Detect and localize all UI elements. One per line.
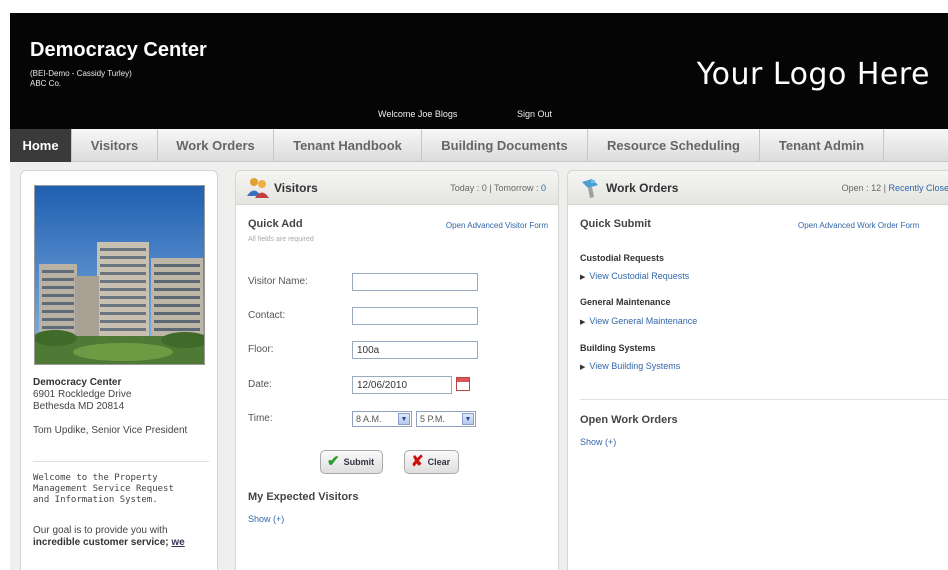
work-orders-panel: Work Orders Open : 12 | Recently Closed … [567, 170, 948, 570]
time-to-value: 5 P.M. [420, 414, 445, 424]
x-icon: ✘ [411, 453, 424, 470]
advanced-visitor-form-link[interactable]: Open Advanced Visitor Form [446, 221, 548, 230]
divider [33, 461, 209, 462]
chevron-down-icon: ▼ [462, 413, 474, 425]
view-building-systems-link[interactable]: ▶ View Building Systems [580, 361, 680, 371]
building-photo [34, 185, 205, 365]
tab-work-orders[interactable]: Work Orders [158, 129, 274, 162]
chevron-down-icon: ▼ [398, 413, 410, 425]
building-info-panel: Democracy Center 6901 Rockledge Drive Be… [20, 170, 218, 570]
building-address-line2: Bethesda MD 20814 [33, 401, 125, 412]
submit-label: Submit [343, 457, 375, 467]
required-hint: All fields are required [248, 236, 314, 243]
time-to-select[interactable]: 5 P.M. ▼ [416, 411, 476, 427]
general-maintenance-title: General Maintenance [580, 297, 671, 307]
tab-tenant-admin[interactable]: Tenant Admin [760, 129, 884, 162]
site-title: Democracy Center [30, 39, 207, 61]
link-label: View General Maintenance [589, 316, 698, 326]
time-label: Time: [248, 413, 273, 424]
calendar-icon[interactable] [456, 377, 470, 391]
tab-building-documents[interactable]: Building Documents [422, 129, 588, 162]
recently-closed-link[interactable]: Recently Closed [888, 183, 948, 193]
time-from-select[interactable]: 8 A.M. ▼ [352, 411, 412, 427]
contact-label: Contact: [248, 310, 286, 321]
building-systems-title: Building Systems [580, 343, 656, 353]
floor-label: Floor: [248, 344, 274, 355]
visitor-name-input[interactable] [352, 273, 478, 291]
advanced-work-order-form-link[interactable]: Open Advanced Work Order Form [798, 221, 919, 230]
checkmark-icon: ✔ [327, 453, 340, 470]
visitors-panel-header: Visitors Today : 0 | Tomorrow : 0 [236, 171, 558, 205]
divider [580, 399, 948, 400]
logo-placeholder: Your Logo Here [696, 57, 930, 92]
work-orders-panel-header: Work Orders Open : 12 | Recently Closed [568, 171, 948, 205]
date-label: Date: [248, 379, 272, 390]
site-header: Democracy Center (BEI-Demo - Cassidy Tur… [10, 13, 948, 129]
link-label: View Custodial Requests [589, 271, 690, 281]
tab-tenant-handbook[interactable]: Tenant Handbook [274, 129, 422, 162]
tab-visitors[interactable]: Visitors [72, 129, 158, 162]
work-order-icon [582, 179, 598, 198]
visitors-counts: Today : 0 | Tomorrow : 0 [450, 183, 546, 193]
goal-link[interactable]: we [171, 537, 184, 548]
view-custodial-requests-link[interactable]: ▶ View Custodial Requests [580, 271, 689, 281]
building-address-line1: 6901 Rockledge Drive [33, 389, 132, 400]
visitors-title: Visitors [274, 181, 318, 195]
goal-line2: incredible customer service; we [33, 537, 185, 549]
building-contact: Tom Updike, Senior Vice President [33, 425, 188, 436]
page-body: Democracy Center 6901 Rockledge Drive Be… [10, 162, 948, 570]
clear-label: Clear [427, 457, 451, 467]
custodial-requests-title: Custodial Requests [580, 253, 665, 263]
welcome-message: Welcome Joe Blogs [378, 109, 458, 119]
expected-visitors-title: My Expected Visitors [248, 491, 359, 503]
company-name: ABC Co. [30, 79, 62, 88]
quick-submit-title: Quick Submit [580, 218, 651, 230]
goal-text: Our goal is to provide you with [33, 525, 168, 536]
people-icon [247, 178, 269, 198]
separator: | [486, 183, 494, 193]
welcome-text: Welcome to the Property Management Servi… [33, 473, 174, 505]
main-nav: Home Visitors Work Orders Tenant Handboo… [10, 129, 948, 162]
work-orders-title: Work Orders [606, 181, 679, 195]
work-orders-open[interactable]: Open : 12 [842, 183, 882, 193]
triangle-right-icon: ▶ [580, 364, 586, 371]
visitor-name-label: Visitor Name: [248, 276, 308, 287]
tab-home[interactable]: Home [10, 129, 72, 162]
visitors-today[interactable]: Today : 0 [450, 183, 487, 193]
open-work-orders-title: Open Work Orders [580, 414, 678, 426]
clear-button[interactable]: ✘ Clear [404, 450, 460, 474]
contact-input[interactable] [352, 307, 478, 325]
sign-out-link[interactable]: Sign Out [517, 109, 552, 119]
triangle-right-icon: ▶ [580, 274, 586, 281]
visitors-panel: Visitors Today : 0 | Tomorrow : 0 Quick … [235, 170, 559, 570]
goal-bold: incredible customer service; [33, 537, 169, 548]
time-from-value: 8 A.M. [356, 414, 382, 424]
work-orders-counts: Open : 12 | Recently Closed [842, 183, 948, 193]
building-name: Democracy Center [33, 377, 122, 388]
quick-add-title: Quick Add [248, 218, 303, 230]
visitors-tomorrow[interactable]: 0 [541, 183, 546, 193]
tab-resource-scheduling[interactable]: Resource Scheduling [588, 129, 760, 162]
submit-button[interactable]: ✔ Submit [320, 450, 384, 474]
site-subtitle: (BEI-Demo - Cassidy Turley) [30, 69, 132, 78]
view-general-maintenance-link[interactable]: ▶ View General Maintenance [580, 316, 697, 326]
open-work-orders-show[interactable]: Show (+) [580, 437, 616, 447]
floor-input[interactable] [352, 341, 478, 359]
triangle-right-icon: ▶ [580, 319, 586, 326]
visitors-tomorrow-label: Tomorrow : [493, 183, 541, 193]
date-input[interactable] [352, 376, 452, 394]
link-label: View Building Systems [589, 361, 681, 371]
expected-visitors-show[interactable]: Show (+) [248, 514, 284, 524]
